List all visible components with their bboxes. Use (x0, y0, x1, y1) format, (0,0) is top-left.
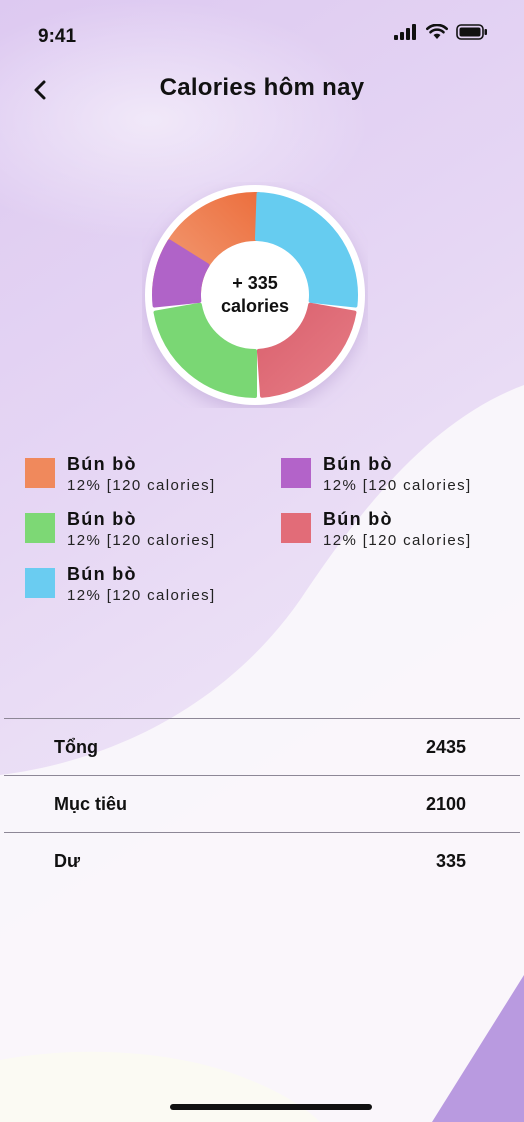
legend-item-detail: 12% [120 calories] (67, 532, 216, 549)
legend-item: Bún bò 12% [120 calories] (25, 507, 216, 551)
status-time: 9:41 (38, 26, 77, 47)
page-title: Calories hôm nay (159, 74, 365, 101)
legend-item: Bún bò 12% [120 calories] (281, 452, 472, 496)
status-bar: 9:41 (0, 0, 524, 70)
legend-swatch (25, 568, 55, 598)
legend-item-detail: 12% [120 calories] (323, 532, 472, 549)
summary-row-goal: Mục tiêu 2100 (4, 775, 520, 832)
legend-item: Bún bò 12% [120 calories] (25, 562, 216, 606)
legend-item-name: Bún bò (67, 454, 137, 474)
summary-row-total: Tổng 2435 (4, 718, 520, 775)
legend-item-name: Bún bò (67, 564, 137, 584)
summary-label: Mục tiêu (54, 794, 128, 814)
header: Calories hôm nay (0, 70, 524, 110)
legend-item-name: Bún bò (323, 454, 393, 474)
summary-table: Tổng 2435 Mục tiêu 2100 Dư 335 (4, 718, 520, 889)
summary-value: 335 (435, 851, 466, 871)
legend-swatch (281, 513, 311, 543)
wifi-icon (426, 24, 448, 39)
calories-donut-chart: + 335 calories (142, 182, 368, 408)
status-icons (394, 24, 488, 40)
legend-item-name: Bún bò (323, 509, 393, 529)
legend-swatch (281, 458, 311, 488)
summary-label: Dư (54, 851, 81, 871)
legend-swatch (25, 513, 55, 543)
summary-value: 2100 (425, 794, 466, 814)
legend-item: Bún bò 12% [120 calories] (281, 507, 472, 551)
signal-icon (394, 24, 416, 40)
donut-center-value: + 335 (232, 273, 278, 293)
legend-item-detail: 12% [120 calories] (323, 477, 472, 494)
legend-item-detail: 12% [120 calories] (67, 587, 216, 604)
summary-label: Tổng (54, 737, 98, 757)
donut-center-label: + 335 calories (142, 182, 368, 408)
legend-swatch (25, 458, 55, 488)
donut-center-unit: calories (220, 296, 290, 316)
legend-item: Bún bò 12% [120 calories] (25, 452, 216, 496)
legend-item-detail: 12% [120 calories] (67, 477, 216, 494)
battery-icon (456, 24, 487, 40)
background-decoration (0, 0, 524, 1122)
summary-row-surplus: Dư 335 (4, 832, 520, 889)
calories-screen: 9:41 Calories hôm nay + 335 calories Bún… (0, 0, 524, 1122)
summary-value: 2435 (425, 737, 466, 757)
home-indicator[interactable] (170, 1104, 372, 1110)
legend-item-name: Bún bò (67, 509, 137, 529)
